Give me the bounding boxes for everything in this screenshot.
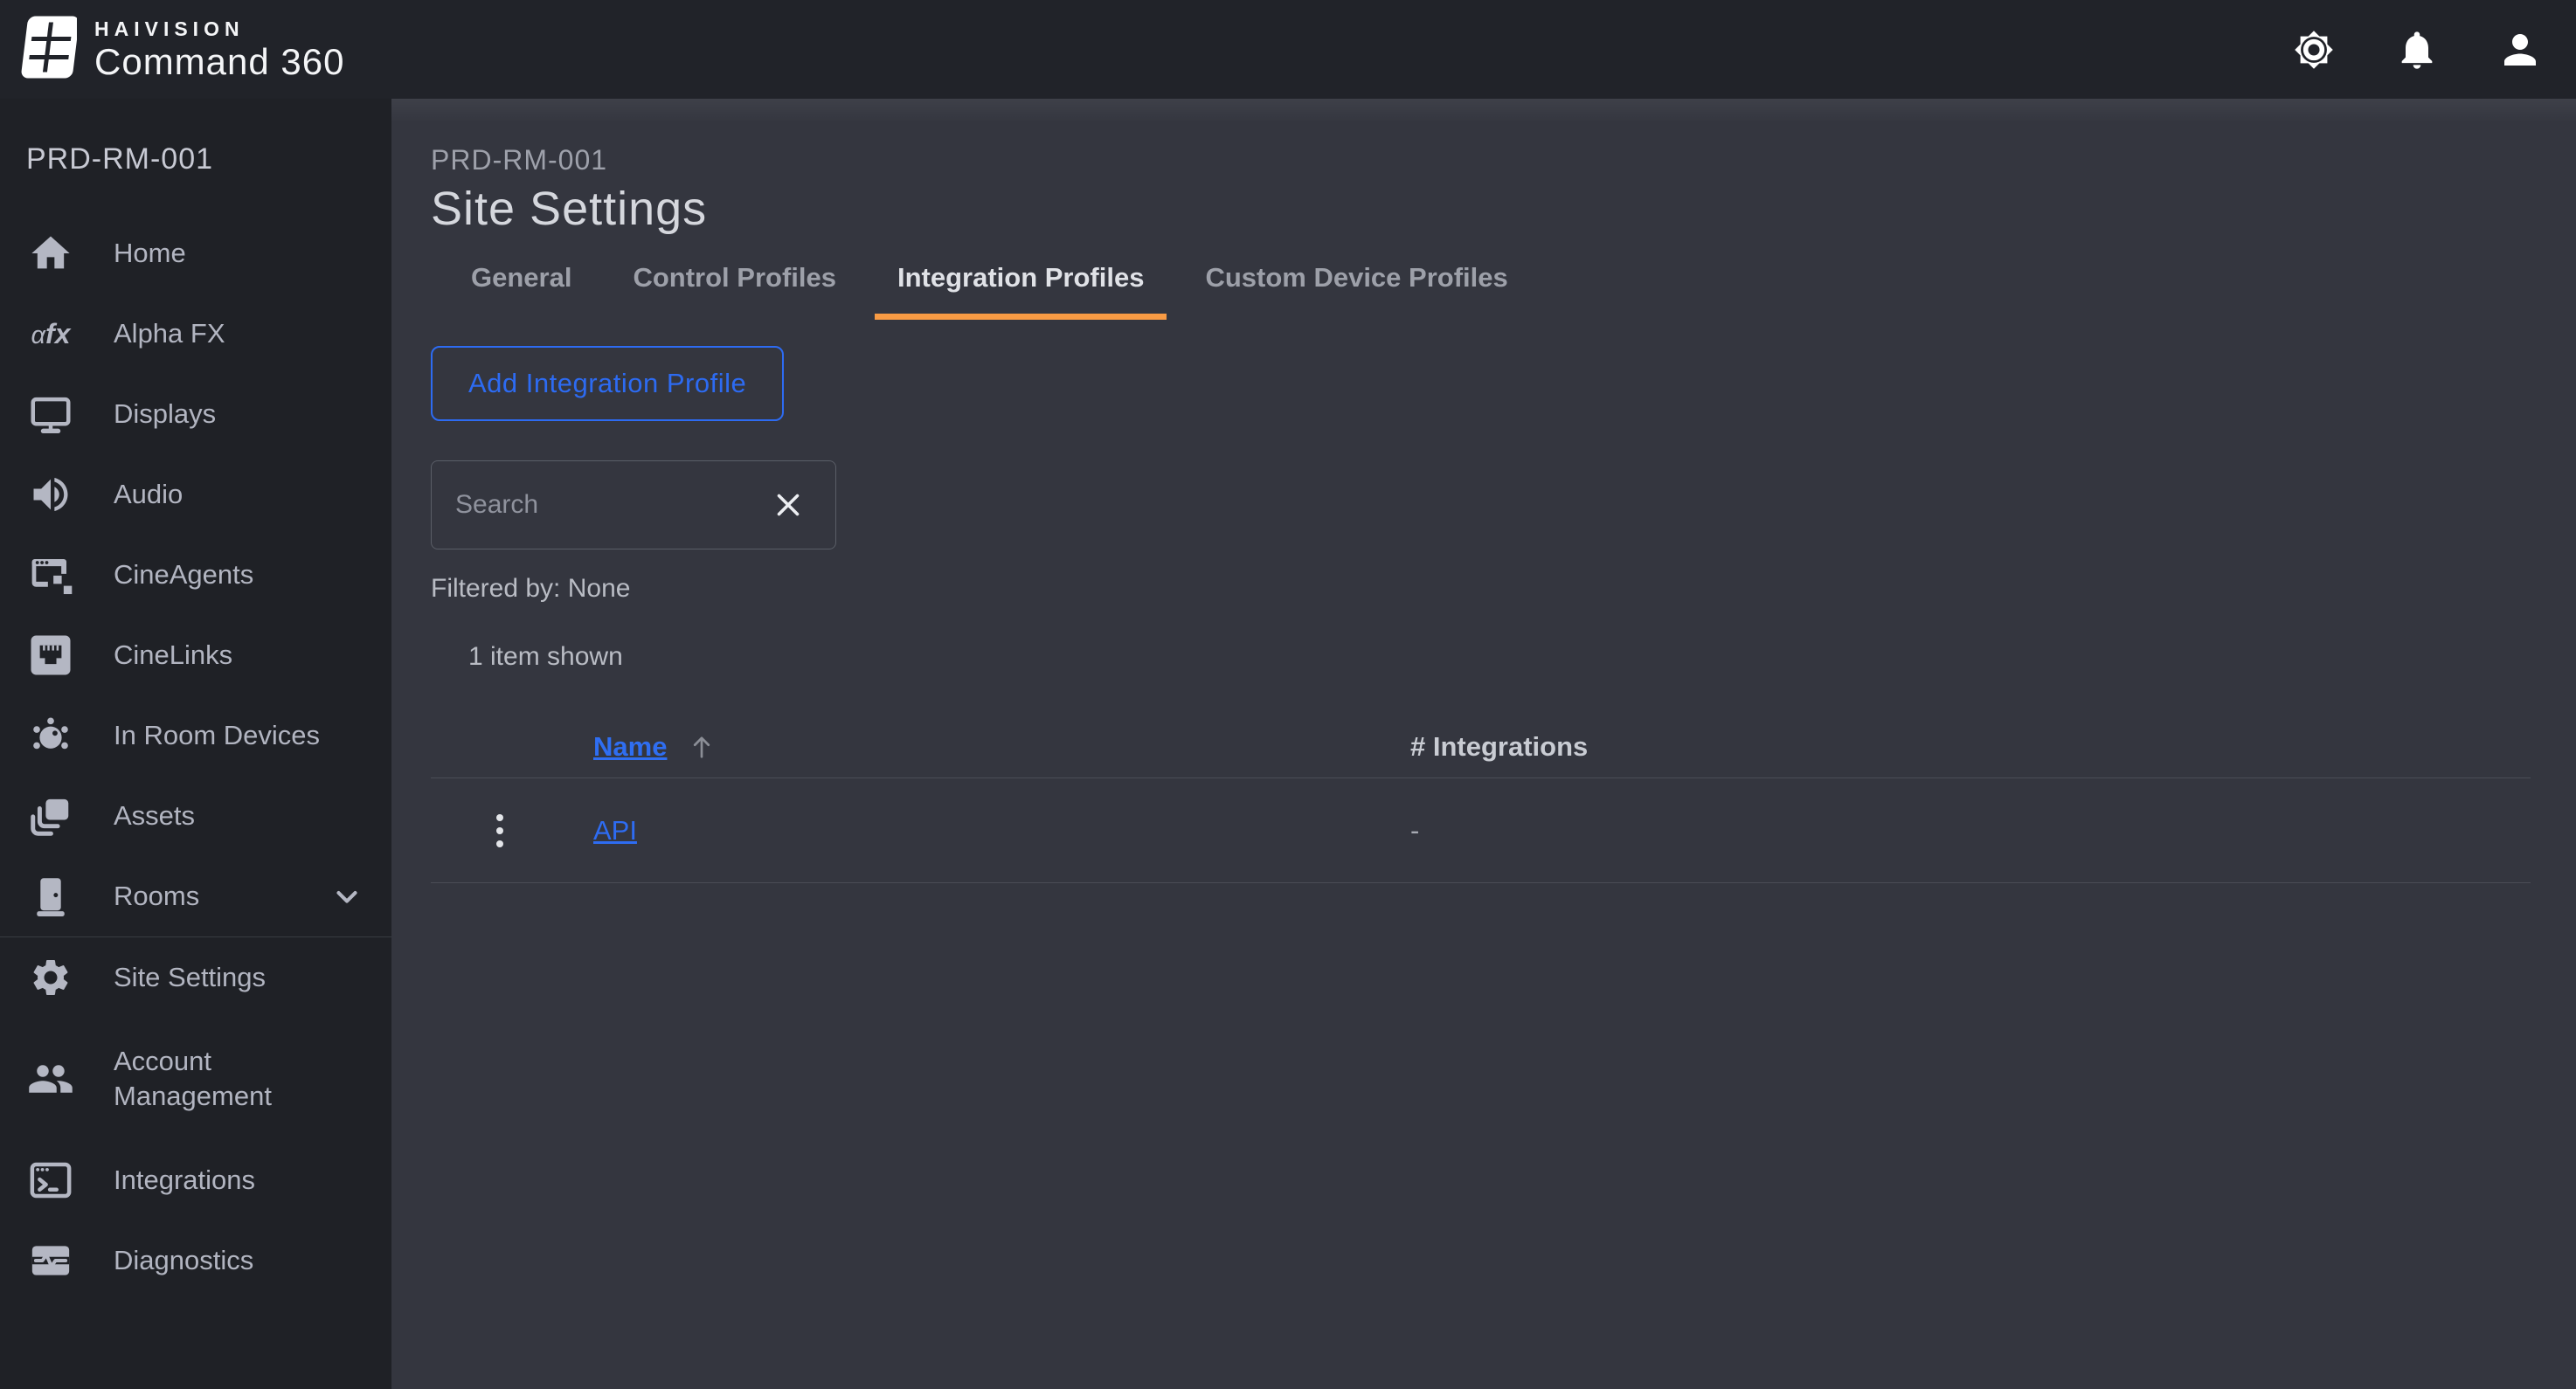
filter-status: Filtered by: None <box>431 573 2576 605</box>
account-management-icon <box>26 1054 75 1103</box>
row-menu-kebab-icon[interactable] <box>483 805 516 857</box>
sidebar-item-label: Integrations <box>114 1163 255 1198</box>
integrations-column-header: # Integrations <box>1410 731 2531 763</box>
main-content: PRD-RM-001 Site Settings General Control… <box>391 99 2576 1389</box>
tab-bar: General Control Profiles Integration Pro… <box>448 261 2576 320</box>
rooms-icon <box>26 872 75 921</box>
sidebar-item-label: Home <box>114 236 186 271</box>
top-bar: HAIVISION Command 360 <box>0 0 2576 99</box>
haivision-logo[interactable]: HAIVISION Command 360 <box>21 15 344 84</box>
notifications-icon[interactable] <box>2392 25 2441 74</box>
sidebar-item-label: Site Settings <box>114 960 266 995</box>
sidebar-item-alpha-fx[interactable]: αfx Alpha FX <box>0 294 391 374</box>
sidebar-nav: Home αfx Alpha FX Displays <box>0 213 391 1301</box>
video-wall-logo-icon <box>21 15 77 84</box>
brand-product: Command 360 <box>94 42 344 82</box>
sidebar-item-label: Account Management <box>114 1044 351 1115</box>
table-header-row: Name # Integrations <box>431 716 2531 778</box>
sort-ascending-arrow-icon <box>686 731 717 763</box>
cineagents-icon <box>26 550 75 599</box>
tab-control-profiles[interactable]: Control Profiles <box>610 261 859 314</box>
tab-integration-profiles[interactable]: Integration Profiles <box>875 261 1167 320</box>
page-title: Site Settings <box>431 183 2576 235</box>
sidebar-item-label: In Room Devices <box>114 718 320 753</box>
integrations-count-cell: - <box>1410 815 2531 847</box>
sidebar: PRD-RM-001 Home αfx Alpha FX <box>0 99 391 1389</box>
sidebar-item-label: Assets <box>114 798 195 833</box>
in-room-devices-icon <box>26 711 75 760</box>
sidebar-item-audio[interactable]: Audio <box>0 454 391 535</box>
sidebar-item-label: Diagnostics <box>114 1243 253 1278</box>
sidebar-item-cineagents[interactable]: CineAgents <box>0 535 391 615</box>
sidebar-item-diagnostics[interactable]: Diagnostics <box>0 1220 391 1301</box>
sidebar-item-cinelinks[interactable]: CineLinks <box>0 615 391 695</box>
cinelinks-icon <box>26 631 75 680</box>
site-settings-gear-icon <box>26 953 75 1002</box>
settings-brightness-icon[interactable] <box>2289 25 2338 74</box>
sidebar-item-label: Alpha FX <box>114 316 225 351</box>
tab-custom-device-profiles[interactable]: Custom Device Profiles <box>1182 261 1530 314</box>
tab-general[interactable]: General <box>448 261 594 314</box>
sidebar-item-displays[interactable]: Displays <box>0 374 391 454</box>
sidebar-site-label: PRD-RM-001 <box>26 142 213 176</box>
sidebar-item-integrations[interactable]: Integrations <box>0 1140 391 1220</box>
sidebar-item-label: CineLinks <box>114 638 232 673</box>
table-row: API - <box>431 778 2531 883</box>
diagnostics-pulse-icon <box>26 1236 75 1285</box>
sidebar-item-label: Rooms <box>114 879 199 914</box>
assets-icon <box>26 791 75 840</box>
sidebar-item-home[interactable]: Home <box>0 213 391 294</box>
account-icon[interactable] <box>2496 25 2545 74</box>
profile-name-link[interactable]: API <box>593 815 637 846</box>
brand-name: HAIVISION <box>94 17 344 40</box>
integrations-terminal-icon <box>26 1156 75 1205</box>
sidebar-item-site-settings[interactable]: Site Settings <box>0 937 391 1018</box>
breadcrumb: PRD-RM-001 <box>431 144 2576 176</box>
search-box <box>431 460 836 549</box>
add-integration-profile-button[interactable]: Add Integration Profile <box>431 346 784 421</box>
sidebar-item-label: Audio <box>114 477 183 512</box>
topbar-actions <box>2289 25 2545 74</box>
sidebar-item-assets[interactable]: Assets <box>0 776 391 856</box>
sidebar-item-label: CineAgents <box>114 557 253 592</box>
alpha-fx-icon: αfx <box>26 309 75 358</box>
home-icon <box>26 229 75 278</box>
chevron-down-icon <box>330 880 364 913</box>
sidebar-item-account-management[interactable]: Account Management <box>0 1018 391 1140</box>
audio-icon <box>26 470 75 519</box>
items-shown-count: 1 item shown <box>468 641 2576 673</box>
sidebar-item-label: Displays <box>114 397 216 432</box>
sidebar-item-rooms[interactable]: Rooms <box>0 856 391 936</box>
name-column-sort-link[interactable]: Name <box>593 731 667 763</box>
search-input[interactable] <box>432 489 772 521</box>
sidebar-item-in-room-devices[interactable]: In Room Devices <box>0 695 391 776</box>
close-icon[interactable] <box>772 489 804 521</box>
integration-profiles-table: Name # Integrations API - <box>431 716 2531 883</box>
display-icon <box>26 390 75 439</box>
